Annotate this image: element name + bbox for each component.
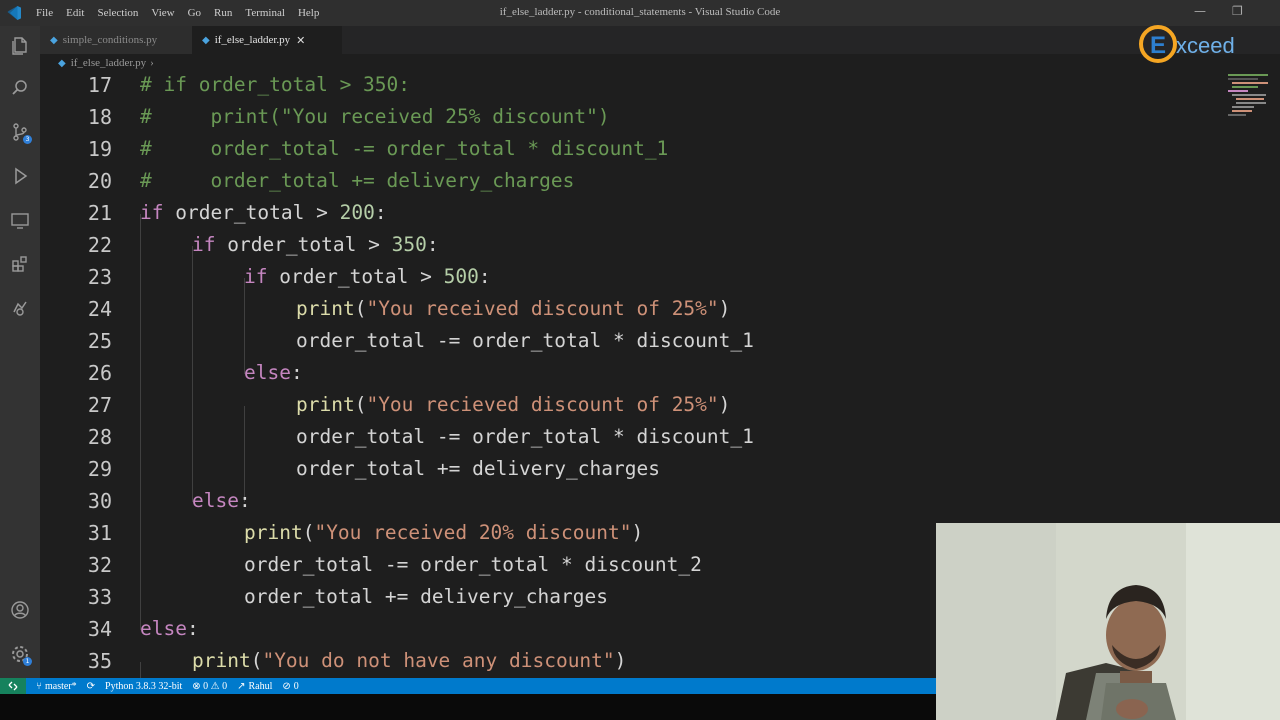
line-number: 24: [87, 297, 112, 321]
live-share-icon: ↗: [237, 680, 246, 692]
line-number: 22: [87, 233, 112, 257]
python-interpreter[interactable]: Python 3.8.3 32-bit: [105, 681, 182, 692]
tab-if-else-ladder[interactable]: ◆ if_else_ladder.py ✕: [192, 26, 342, 54]
source-control-icon[interactable]: 3: [8, 120, 32, 144]
code-text: # print("You received 25% discount"): [140, 105, 610, 128]
breadcrumb: ◆ if_else_ladder.py ›: [58, 55, 154, 71]
code-line: 18 # print("You received 25% discount"): [40, 101, 1230, 133]
remote-icon[interactable]: [0, 678, 26, 694]
code-line: 17 # if order_total > 350:: [40, 72, 1230, 101]
line-number: 17: [87, 73, 112, 97]
python-file-icon: ◆: [58, 57, 66, 69]
code-text: # if order_total > 350:: [140, 73, 411, 96]
video-letterbox: [0, 694, 936, 720]
line-number: 32: [87, 553, 112, 577]
title-bar: File Edit Selection View Go Run Terminal…: [0, 0, 1280, 26]
code-text: order_total -= order_total * discount_1: [296, 425, 754, 448]
line-number: 21: [87, 201, 112, 225]
line-number: 31: [87, 521, 112, 545]
code-text: if order_total > 200:: [140, 201, 387, 224]
status-bar: ⑂ master* ⟳ Python 3.8.3 32-bit ⊗ 0 ⚠ 0 …: [0, 678, 936, 694]
code-text: print("You received 20% discount"): [244, 521, 644, 544]
line-number: 20: [87, 169, 112, 193]
line-number: 27: [87, 393, 112, 417]
restore-icon[interactable]: ❐: [1232, 4, 1243, 18]
code-text: else:: [244, 361, 303, 384]
extensions-icon[interactable]: [8, 252, 32, 276]
code-text: print("You received discount of 25%"): [296, 297, 731, 320]
breadcrumb-separator: ›: [150, 57, 154, 69]
code-text: if order_total > 350:: [192, 233, 439, 256]
code-text: order_total -= order_total * discount_2: [244, 553, 702, 576]
code-text: else:: [140, 617, 199, 640]
code-text: order_total += delivery_charges: [296, 457, 660, 480]
ports-icon: ⊘: [282, 680, 291, 692]
svg-text:E: E: [1150, 32, 1166, 59]
search-icon[interactable]: [8, 76, 32, 100]
tab-label: if_else_ladder.py: [214, 34, 291, 46]
python-file-icon: ◆: [50, 34, 58, 46]
settings-badge: 1: [23, 657, 32, 666]
code-text: print("You do not have any discount"): [192, 649, 627, 672]
git-branch[interactable]: master*: [45, 681, 77, 692]
line-number: 34: [87, 617, 112, 641]
code-line: 27 print("You recieved discount of 25%"): [40, 389, 1230, 421]
presenter-webcam-video: [936, 523, 1280, 720]
line-number: 25: [87, 329, 112, 353]
code-line: 23 if order_total > 500:: [40, 261, 1230, 293]
code-line: 19 # order_total -= order_total * discou…: [40, 133, 1230, 165]
window-title: if_else_ladder.py - conditional_statemen…: [499, 6, 781, 18]
minimap[interactable]: [1228, 72, 1280, 122]
line-number: 33: [87, 585, 112, 609]
tab-simple-conditions[interactable]: ◆ simple_conditions.py: [40, 26, 203, 54]
line-number: 35: [87, 649, 112, 673]
line-number: 23: [87, 265, 112, 289]
line-number: 18: [87, 105, 112, 129]
code-text: # order_total -= order_total * discount_…: [140, 137, 669, 160]
line-number: 26: [87, 361, 112, 385]
code-line: 29 order_total += delivery_charges: [40, 453, 1230, 485]
python-file-icon: ◆: [202, 34, 210, 46]
code-line: 28 order_total -= order_total * discount…: [40, 421, 1230, 453]
line-number: 28: [87, 425, 112, 449]
line-number: 30: [87, 489, 112, 513]
user-name[interactable]: Rahul: [249, 681, 273, 692]
code-line: 30 else:: [40, 485, 1230, 517]
code-line: 24 print("You received discount of 25%"): [40, 293, 1230, 325]
breadcrumb-file[interactable]: if_else_ladder.py: [71, 57, 146, 69]
logo-text: xceed: [1176, 33, 1235, 58]
code-line: 21 if order_total > 200:: [40, 197, 1230, 229]
remote-explorer-icon[interactable]: [8, 208, 32, 232]
code-text: print("You recieved discount of 25%"): [296, 393, 731, 416]
account-icon[interactable]: [8, 598, 32, 622]
tab-bar: ◆ simple_conditions.py ◆ if_else_ladder.…: [40, 26, 1280, 54]
code-text: # order_total += delivery_charges: [140, 169, 575, 192]
code-text: order_total += delivery_charges: [244, 585, 608, 608]
test-icon[interactable]: [8, 296, 32, 320]
brand-logo: E xceed: [1139, 25, 1235, 63]
close-icon[interactable]: ✕: [296, 34, 305, 47]
code-text: else:: [192, 489, 251, 512]
code-line: 22 if order_total > 350:: [40, 229, 1230, 261]
code-line: 25 order_total -= order_total * discount…: [40, 325, 1230, 357]
git-branch-icon: ⑂: [36, 680, 42, 692]
source-control-badge: 3: [23, 135, 32, 144]
sync-icon[interactable]: ⟳: [87, 681, 95, 692]
code-text: order_total -= order_total * discount_1: [296, 329, 754, 352]
activity-bar: 3 1: [0, 26, 40, 678]
line-number: 19: [87, 137, 112, 161]
line-number: 29: [87, 457, 112, 481]
run-debug-icon[interactable]: [8, 164, 32, 188]
settings-gear-icon[interactable]: 1: [8, 642, 32, 666]
problems-indicator[interactable]: ⊗ 0 ⚠ 0: [192, 681, 227, 692]
minimize-icon[interactable]: —: [1194, 4, 1206, 18]
tab-label: simple_conditions.py: [62, 34, 158, 46]
code-text: if order_total > 500:: [244, 265, 491, 288]
code-line: 20 # order_total += delivery_charges: [40, 165, 1230, 197]
code-line: 26 else:: [40, 357, 1230, 389]
ports-count[interactable]: 0: [294, 681, 299, 692]
explorer-icon[interactable]: [8, 34, 32, 58]
